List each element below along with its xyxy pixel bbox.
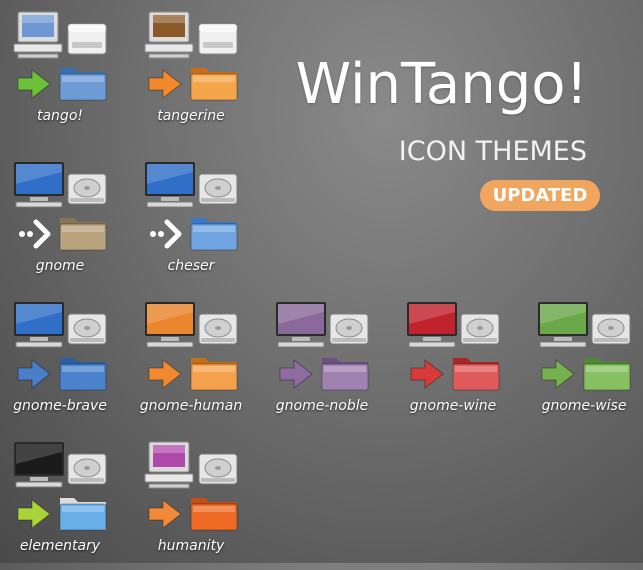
drive-icon <box>67 453 107 485</box>
folder-icon <box>190 218 238 251</box>
computer-icon <box>276 302 326 348</box>
theme-label: gnome-wise <box>541 398 627 414</box>
theme-gnome-wine: gnome-wine <box>393 300 513 430</box>
computer-icon <box>14 442 64 488</box>
theme-label: gnome <box>35 258 85 274</box>
theme-elementary: elementary <box>0 440 120 570</box>
computer-icon <box>13 11 63 59</box>
arrow-icon <box>279 358 313 390</box>
folder-icon <box>59 218 107 251</box>
computer-icon <box>144 11 194 59</box>
theme-gnome-brave: gnome-brave <box>0 300 120 430</box>
folder-icon <box>452 358 500 391</box>
theme-humanity: humanity <box>131 440 251 570</box>
folder-icon <box>321 358 369 391</box>
drive-icon <box>67 173 107 205</box>
theme-cheser: cheser <box>131 160 251 290</box>
arrow-icon <box>17 68 51 100</box>
theme-label: gnome-wine <box>409 398 497 414</box>
page-subtitle: ICON THEMES <box>398 136 587 167</box>
arrow-icon <box>410 358 444 390</box>
arrow-icon <box>17 358 51 390</box>
drive-icon <box>198 23 238 55</box>
folder-icon <box>190 358 238 391</box>
theme-icon-preview <box>407 302 500 391</box>
arrow-icon <box>541 358 575 390</box>
computer-icon <box>538 302 588 348</box>
theme-label: cheser <box>167 258 215 274</box>
drive-icon <box>591 313 631 345</box>
computer-icon <box>14 302 64 348</box>
theme-icon-preview <box>145 162 238 251</box>
theme-icon-preview <box>14 162 107 251</box>
arrow-icon <box>19 219 51 249</box>
folder-icon <box>190 68 238 101</box>
theme-icon-preview <box>145 302 238 391</box>
theme-tango: tango! <box>0 10 120 140</box>
theme-icon-preview <box>538 302 631 391</box>
theme-gnome-noble: gnome-noble <box>262 300 382 430</box>
computer-icon <box>407 302 457 348</box>
theme-label: elementary <box>19 538 101 554</box>
arrow-icon <box>150 219 182 249</box>
folder-icon <box>59 68 107 101</box>
drive-icon <box>460 313 500 345</box>
theme-icon-preview <box>13 11 107 101</box>
theme-icon-preview <box>144 441 238 531</box>
drive-icon <box>67 23 107 55</box>
drive-icon <box>198 453 238 485</box>
drive-icon <box>329 313 369 345</box>
theme-icon-preview <box>144 11 238 101</box>
theme-tangerine: tangerine <box>131 10 251 140</box>
arrow-icon <box>17 498 51 530</box>
computer-icon <box>145 302 195 348</box>
computer-icon <box>145 162 195 208</box>
folder-icon <box>190 498 238 531</box>
theme-gnome-human: gnome-human <box>131 300 251 430</box>
drive-icon <box>198 313 238 345</box>
arrow-icon <box>148 498 182 530</box>
drive-icon <box>67 313 107 345</box>
theme-label: gnome-brave <box>13 398 107 414</box>
arrow-icon <box>148 358 182 390</box>
folder-icon <box>583 358 631 391</box>
theme-gnome-wise: gnome-wise <box>524 300 643 430</box>
page-title: WinTango! <box>295 52 588 117</box>
drive-icon <box>198 173 238 205</box>
theme-label: gnome-human <box>139 398 243 414</box>
theme-icon-preview <box>14 442 107 531</box>
computer-icon <box>144 441 194 489</box>
theme-icon-preview <box>276 302 369 391</box>
theme-gnome: gnome <box>0 160 120 290</box>
updated-badge: UPDATED <box>480 180 600 211</box>
theme-label: gnome-noble <box>275 398 369 414</box>
computer-icon <box>14 162 64 208</box>
theme-label: tangerine <box>157 108 225 124</box>
theme-label: tango! <box>36 108 83 124</box>
theme-label: humanity <box>157 538 225 554</box>
theme-icon-preview <box>14 302 107 391</box>
arrow-icon <box>148 68 182 100</box>
folder-icon <box>59 358 107 391</box>
folder-icon <box>59 498 107 531</box>
